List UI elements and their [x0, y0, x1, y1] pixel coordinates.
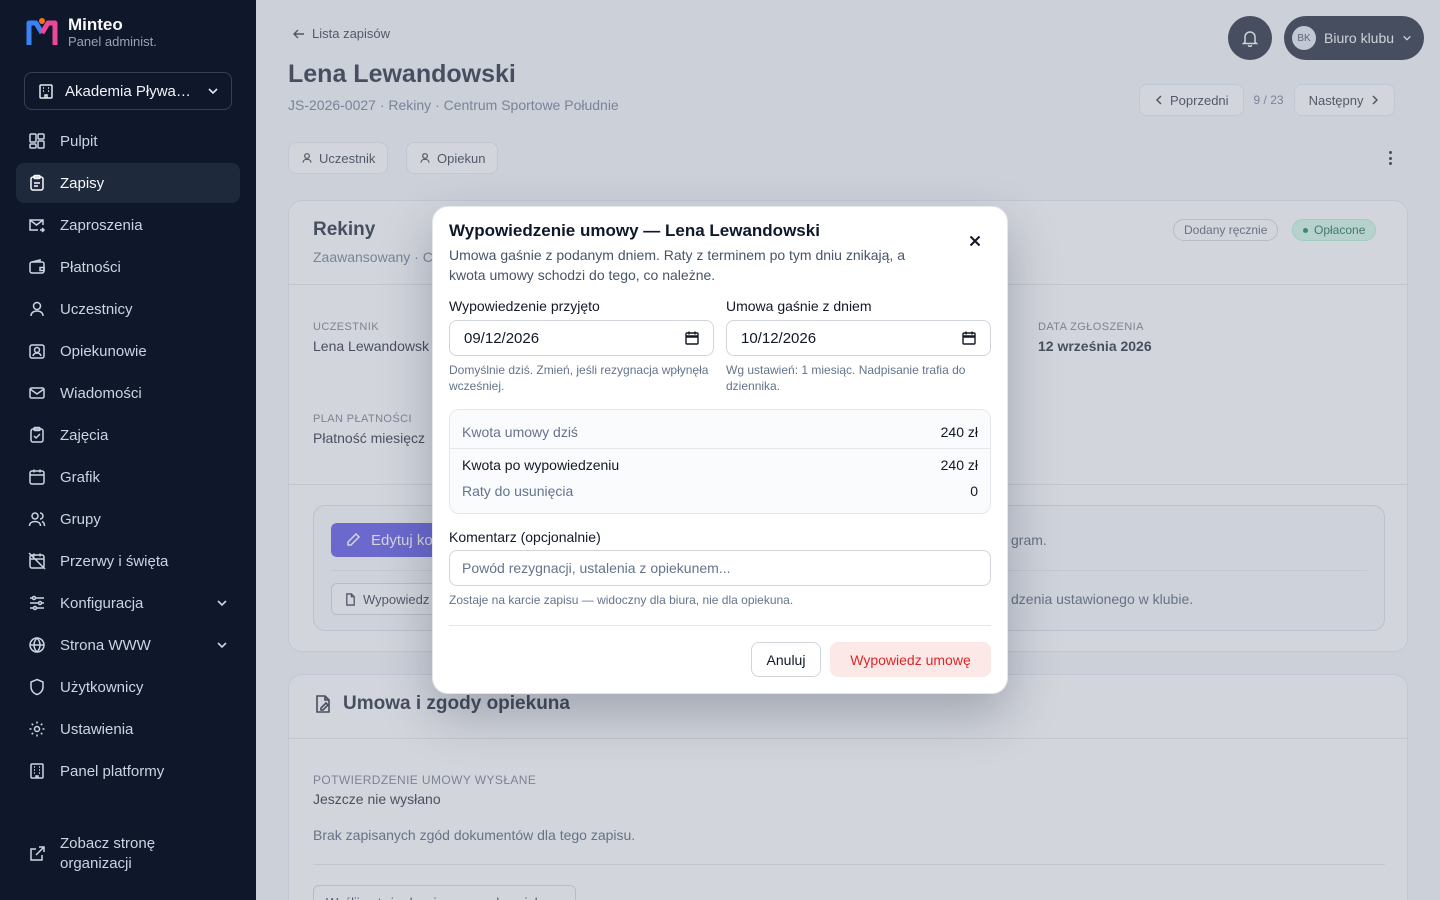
cancel-button[interactable]: Anuluj: [751, 642, 821, 677]
sidebar-item-uzytkownicy[interactable]: Użytkownicy: [16, 667, 240, 707]
building-icon: [39, 84, 53, 99]
brand-name: Minteo: [68, 15, 123, 34]
expiry-date-value: 10/12/2026: [741, 329, 817, 347]
external-link-icon: [30, 846, 45, 861]
guardian-icon: [29, 344, 45, 359]
sidebar-item-zapisy[interactable]: Zapisy: [16, 163, 240, 203]
divider: [449, 625, 991, 626]
view-org-line1: Zobacz stronę: [60, 835, 156, 852]
sidebar-item-konfiguracja[interactable]: Konfiguracja: [16, 583, 240, 623]
sidebar-item-label: Panel platformy: [60, 762, 165, 780]
sidebar-item-label: Grafik: [60, 468, 101, 486]
sidebar-item-label: Ustawienia: [60, 720, 134, 738]
comment-input[interactable]: [449, 550, 991, 586]
expiry-date-label: Umowa gaśnie z dniem: [726, 298, 872, 314]
summary-after-label: Kwota po wypowiedzeniu: [462, 457, 620, 473]
wallet-icon: [29, 259, 45, 274]
comment-help: Zostaje na karcie zapisu — widoczny dla …: [449, 593, 794, 607]
summary-after-value: 240 zł: [940, 457, 978, 473]
summary-today-label: Kwota umowy dziś: [462, 424, 578, 440]
sidebar-item-grupy[interactable]: Grupy: [16, 499, 240, 539]
globe-icon: [29, 636, 45, 654]
sidebar-item-pulpit[interactable]: Pulpit: [16, 121, 240, 161]
summary-remove-label: Raty do usunięcia: [462, 483, 574, 499]
organization-select[interactable]: Akademia Pływani...: [24, 72, 232, 110]
sidebar-item-ustawienia[interactable]: Ustawienia: [16, 709, 240, 749]
accepted-date-value: 09/12/2026: [464, 329, 540, 347]
accepted-date-input[interactable]: 09/12/2026: [449, 320, 714, 356]
clipboard-check-icon: [30, 426, 44, 443]
sidebar-nav: Pulpit Zapisy Zaproszenia Płatności Ucze…: [16, 121, 240, 793]
view-org-page-link[interactable]: Zobacz stronę organizacji: [16, 834, 240, 874]
sidebar-item-label: Zajęcia: [60, 426, 109, 444]
brand-subtitle: Panel administ.: [68, 34, 157, 49]
sidebar-item-label: Wiadomości: [60, 384, 142, 402]
organization-name: Akademia Pływani...: [65, 82, 197, 100]
sidebar-item-label: Pulpit: [60, 132, 98, 150]
chevron-down-icon: [217, 642, 227, 649]
sidebar-item-label: Uczestnicy: [60, 300, 133, 318]
sidebar-item-label: Zaproszenia: [60, 216, 143, 234]
sidebar-item-przerwy[interactable]: Przerwy i święta: [16, 541, 240, 581]
comment-label: Komentarz (opcjonalnie): [449, 529, 601, 545]
close-button[interactable]: [963, 229, 987, 253]
mail-icon: [29, 387, 45, 399]
sidebar-item-strona-www[interactable]: Strona WWW: [16, 625, 240, 665]
summary-row-remove: Raty do usunięcia 0: [462, 483, 978, 499]
sidebar-item-label: Opiekunowie: [60, 342, 147, 360]
clipboard-icon: [30, 174, 44, 191]
accepted-date-help: Domyślnie dziś. Zmień, jeśli rezygnacja …: [449, 363, 709, 393]
sidebar-item-label: Przerwy i święta: [60, 552, 169, 570]
brand[interactable]: Minteo Panel administ.: [26, 16, 157, 49]
sidebar-item-uczestnicy[interactable]: Uczestnicy: [16, 289, 240, 329]
dashboard-icon: [29, 133, 45, 149]
sidebar-item-opiekunowie[interactable]: Opiekunowie: [16, 331, 240, 371]
building-icon: [30, 763, 44, 779]
sidebar-item-label: Płatności: [60, 258, 121, 276]
expiry-date-help: Wg ustawień: 1 miesiąc. Nadpisanie trafi…: [726, 363, 966, 393]
sidebar-item-label: Użytkownicy: [60, 678, 144, 696]
sliders-icon: [30, 595, 44, 611]
minteo-logo: [26, 17, 58, 45]
users-icon: [28, 512, 46, 527]
sidebar-item-label: Strona WWW: [60, 636, 151, 654]
close-icon: [969, 235, 981, 247]
gear-icon: [29, 721, 45, 737]
calendar-icon[interactable]: [962, 331, 976, 345]
user-icon: [30, 301, 44, 317]
calendar-icon: [29, 469, 45, 485]
sidebar-item-grafik[interactable]: Grafik: [16, 457, 240, 497]
sidebar-item-label: Konfiguracja: [60, 594, 144, 612]
shield-icon: [30, 678, 44, 696]
chevron-down-icon: [217, 600, 227, 607]
sidebar-item-platnosci[interactable]: Płatności: [16, 247, 240, 287]
sidebar-item-panel-platformy[interactable]: Panel platformy: [16, 751, 240, 791]
sidebar-item-label: Zapisy: [60, 174, 105, 192]
divider: [450, 448, 990, 449]
confirm-terminate-button[interactable]: Wypowiedz umowę: [830, 642, 991, 677]
chevron-down-icon: [208, 88, 218, 95]
summary-row-today: Kwota umowy dziś 240 zł: [462, 424, 978, 440]
sidebar-item-wiadomosci[interactable]: Wiadomości: [16, 373, 240, 413]
dialog-description: Umowa gaśnie z podanym dniem. Raty z ter…: [449, 247, 905, 283]
summary-row-after: Kwota po wypowiedzeniu 240 zł: [462, 457, 978, 473]
sidebar-item-label: Grupy: [60, 510, 101, 528]
summary-remove-value: 0: [970, 483, 978, 499]
view-org-line2: organizacji: [60, 855, 132, 872]
sidebar-item-zaproszenia[interactable]: Zaproszenia: [16, 205, 240, 245]
sidebar: Minteo Panel administ. Akademia Pływani.…: [0, 0, 256, 900]
calendar-icon[interactable]: [685, 331, 699, 345]
accepted-date-label: Wypowiedzenie przyjęto: [449, 298, 600, 314]
sidebar-item-zajecia[interactable]: Zajęcia: [16, 415, 240, 455]
termination-summary: Kwota umowy dziś 240 zł Kwota po wypowie…: [449, 409, 991, 514]
expiry-date-input[interactable]: 10/12/2026: [726, 320, 991, 356]
mail-send-icon: [29, 219, 46, 233]
calendar-off-icon: [28, 552, 46, 570]
summary-today-value: 240 zł: [940, 424, 978, 440]
terminate-contract-dialog: Wypowiedzenie umowy — Lena Lewandowski U…: [432, 206, 1008, 694]
dialog-title: Wypowiedzenie umowy — Lena Lewandowski: [449, 221, 820, 240]
